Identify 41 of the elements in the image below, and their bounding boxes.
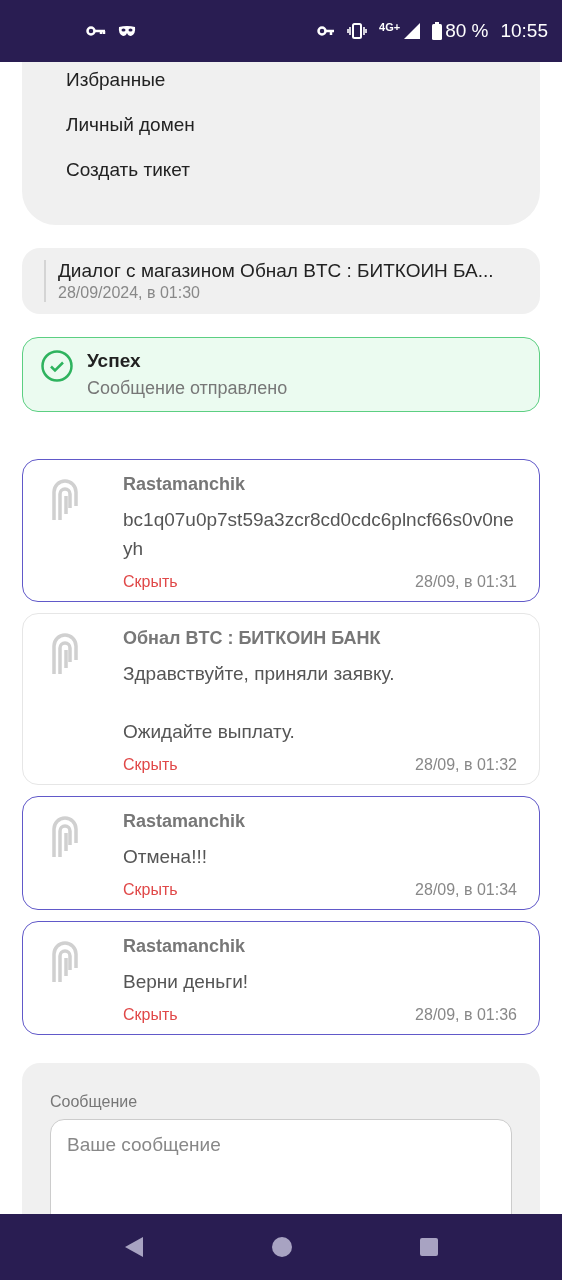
signal-icon xyxy=(404,23,421,39)
dialog-date: 28/09/2024, в 01:30 xyxy=(58,284,201,302)
vibrate-icon xyxy=(347,23,368,39)
field-label: Сообщение xyxy=(50,1093,139,1111)
avatar-icon xyxy=(51,940,79,982)
battery-level: 80 % xyxy=(432,20,489,42)
hide-link[interactable]: Скрыть xyxy=(123,881,178,899)
dialog-title: Диалог с магазином Обнал BTC : БИТКОИН БА... xyxy=(58,260,495,282)
hide-link[interactable]: Скрыть xyxy=(123,1006,178,1024)
message-text: bc1q07u0p7st59a3zcr8cd0cdc6plncf66s0v0neyh xyxy=(123,508,515,561)
avatar-icon xyxy=(51,815,79,857)
battery-icon xyxy=(432,22,443,40)
key-icon xyxy=(317,25,336,37)
message-text: Отмена!!! xyxy=(123,845,208,869)
mask-icon xyxy=(118,25,136,37)
avatar-icon xyxy=(51,632,79,674)
back-icon[interactable] xyxy=(124,1236,144,1258)
message-time: 28/09, в 01:32 xyxy=(415,756,517,774)
check-circle-icon xyxy=(41,350,73,382)
menu-item[interactable]: Личный домен xyxy=(66,111,496,156)
message-field[interactable]: Ваше сообщение xyxy=(50,1119,512,1214)
hide-link[interactable]: Скрыть xyxy=(123,573,178,591)
message-time: 28/09, в 01:34 xyxy=(415,881,517,899)
menu-item[interactable]: Создать тикет xyxy=(66,156,496,201)
message-author: Rastamanchik xyxy=(123,936,247,957)
menu-item[interactable]: Избранные xyxy=(66,66,496,111)
message-author: Rastamanchik xyxy=(123,811,247,832)
alert-text: Сообщение отправлено xyxy=(87,378,288,399)
message-time: 28/09, в 01:36 xyxy=(415,1006,517,1024)
key-icon xyxy=(86,26,106,36)
message-author: Обнал BTC : БИТКОИН БАНК xyxy=(123,628,382,649)
avatar-icon xyxy=(51,478,79,520)
message-author: Rastamanchik xyxy=(123,474,247,495)
home-icon[interactable] xyxy=(272,1237,292,1257)
message-time: 28/09, в 01:31 xyxy=(415,573,517,591)
hide-link[interactable]: Скрыть xyxy=(123,756,178,774)
clock: 10:55 xyxy=(500,20,548,42)
message-text: Верни деньги! xyxy=(123,970,250,994)
network-type: 4G+ xyxy=(379,21,401,33)
alert-title: Успех xyxy=(87,350,142,372)
message-text: Здравствуйте, приняли заявку. Ожидайте выплату. xyxy=(123,662,396,744)
